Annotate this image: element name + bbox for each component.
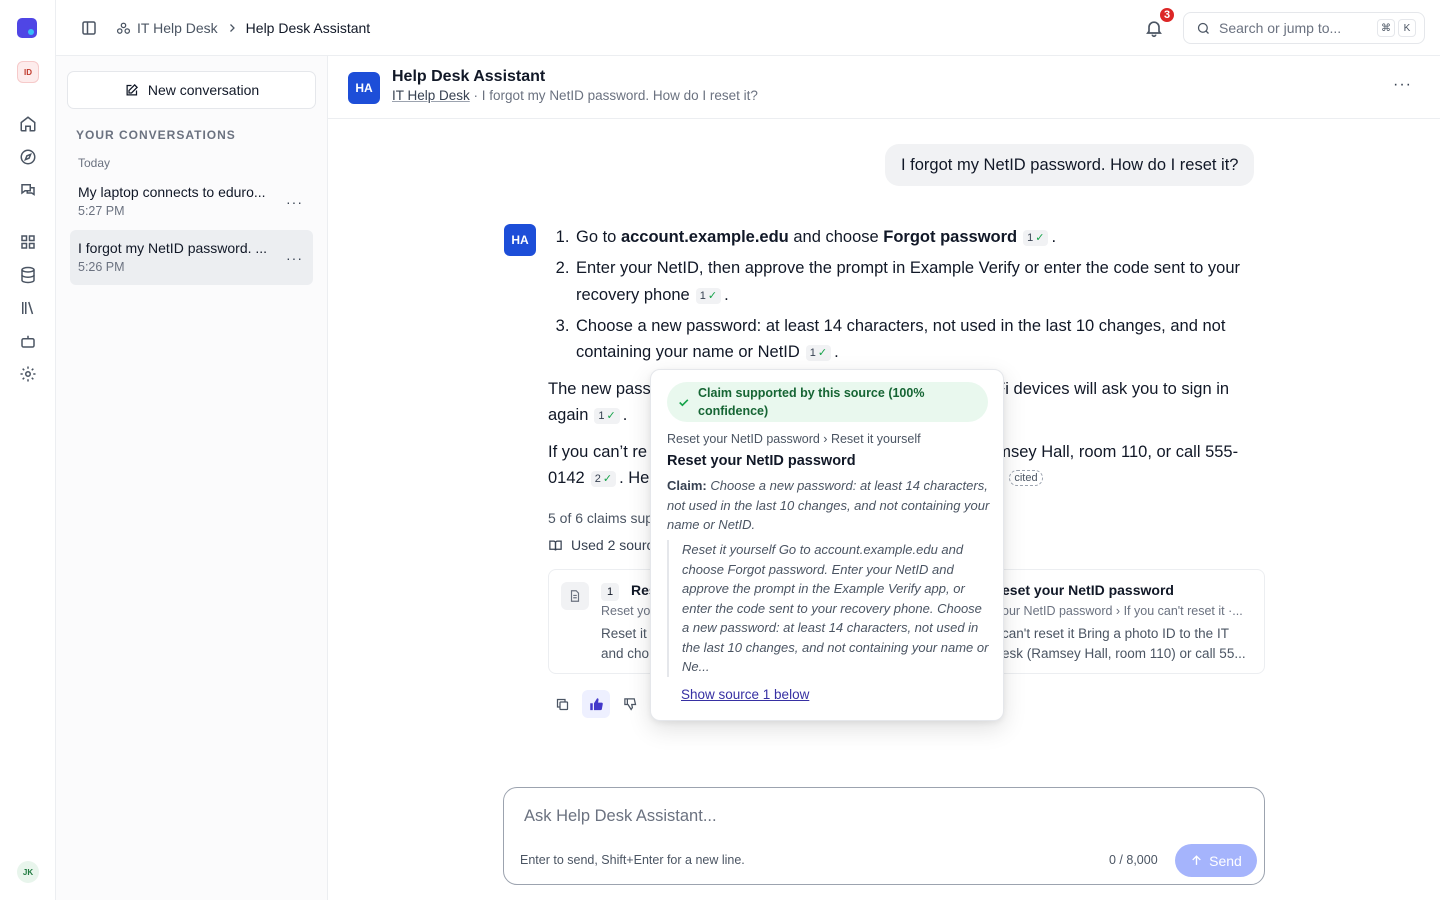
home-icon[interactable] <box>19 115 37 133</box>
conversation-title: My laptop connects to eduro... <box>78 184 266 200</box>
citation-chip[interactable]: 1 ✓ <box>695 287 722 304</box>
workspace-avatar[interactable]: ID <box>17 61 39 83</box>
conversation-time: 5:26 PM <box>78 260 125 274</box>
citation-chip[interactable]: 1 ✓ <box>594 408 620 424</box>
app-rail: ID JK <box>0 0 56 900</box>
source-path: Reset your NetID password › Reset it you… <box>667 432 921 446</box>
section-heading: YOUR CONVERSATIONS <box>76 128 236 142</box>
user-avatar[interactable]: JK <box>17 861 39 883</box>
copy-icon[interactable] <box>548 690 576 718</box>
show-source-link[interactable]: Show source 1 below <box>681 687 809 702</box>
source-title: eset your NetID password <box>1002 582 1174 598</box>
conversation-time: 5:27 PM <box>78 204 125 218</box>
shortcut-k: K <box>1398 19 1416 37</box>
more-icon[interactable]: ··· <box>1393 76 1412 94</box>
new-conversation-button[interactable]: New conversation <box>67 71 316 109</box>
database-icon[interactable] <box>19 266 37 284</box>
check-icon: ✓ <box>602 473 613 485</box>
source-excerpt: can't reset it Bring a photo ID to the I… <box>1002 626 1246 661</box>
book-icon <box>548 538 563 553</box>
new-conversation-label: New conversation <box>147 82 260 98</box>
source-quote: Reset it yourself Go to account.example.… <box>667 540 991 677</box>
app-logo[interactable] <box>17 18 37 38</box>
search-placeholder: Search or jump to... <box>1219 20 1342 36</box>
more-icon[interactable]: ··· <box>286 194 303 210</box>
top-bar: IT Help Desk Help Desk Assistant 3 Searc… <box>56 0 1440 56</box>
more-icon[interactable]: ··· <box>286 250 303 266</box>
compass-icon[interactable] <box>19 148 37 166</box>
claim-text: Claim: Choose a new password: at least 1… <box>667 478 990 532</box>
workspace-icon <box>116 21 131 36</box>
thumbs-up-icon[interactable] <box>582 690 610 718</box>
used-sources-toggle[interactable]: Used 2 sourc <box>548 537 653 553</box>
used-sources-label: Used 2 sourc <box>571 537 654 553</box>
uncited-chip[interactable]: cited <box>1009 470 1043 486</box>
breadcrumb-current: Help Desk Assistant <box>245 20 371 36</box>
send-label: Send <box>1209 852 1242 869</box>
assistant-avatar: HA <box>348 72 380 104</box>
conversation-item[interactable]: My laptop connects to eduro... 5:27 PM ·… <box>70 174 313 229</box>
answer-step: Go to account.example.edu and choose For… <box>574 224 1268 251</box>
thumbs-down-icon[interactable] <box>616 690 644 718</box>
support-status: Claim supported by this source (100% con… <box>667 382 988 422</box>
check-icon: ✓ <box>707 289 718 302</box>
chat-subtitle: IT Help Desk · I forgot my NetID passwor… <box>392 88 758 103</box>
library-icon[interactable] <box>19 299 37 317</box>
source-path: our NetID password › If you can't reset … <box>1002 604 1243 618</box>
grid-icon[interactable] <box>19 233 37 251</box>
chat-icon[interactable] <box>19 181 37 199</box>
message-actions <box>548 690 644 718</box>
send-button[interactable]: Send <box>1175 844 1257 877</box>
answer-step: Enter your NetID, then approve the promp… <box>574 255 1268 308</box>
conversation-subject: · I forgot my NetID password. How do I r… <box>473 88 758 103</box>
source-title: Reset your NetID password <box>667 453 856 469</box>
check-icon <box>677 396 690 409</box>
sidebar-toggle-icon[interactable] <box>80 19 98 37</box>
gear-icon[interactable] <box>19 365 37 383</box>
conversation-sidebar: New conversation YOUR CONVERSATIONS Toda… <box>56 56 328 900</box>
check-icon: ✓ <box>1035 232 1045 244</box>
assistant-avatar: HA <box>504 224 536 256</box>
character-count: 0 / 8,000 <box>1109 853 1158 867</box>
notification-badge: 3 <box>1158 6 1176 24</box>
check-icon: ✓ <box>817 347 828 359</box>
workspace-link[interactable]: IT Help Desk <box>392 88 470 103</box>
claims-summary: 5 of 6 claims sup <box>548 510 654 526</box>
citation-chip[interactable]: 1 ✓ <box>805 345 832 361</box>
citation-chip[interactable]: 1 ✓ <box>1023 230 1049 246</box>
chat-header: HA Help Desk Assistant IT Help Desk · I … <box>328 56 1440 119</box>
composer-hint: Enter to send, Shift+Enter for a new lin… <box>520 853 745 867</box>
source-path: Reset yo <box>601 604 651 618</box>
conversation-item-active[interactable]: I forgot my NetID password. ... 5:26 PM … <box>70 230 313 285</box>
shortcut-cmd: ⌘ <box>1377 19 1395 37</box>
message-input[interactable]: Ask Help Desk Assistant... <box>524 807 717 826</box>
search-icon <box>1196 21 1211 36</box>
document-icon <box>561 582 589 610</box>
citation-chip[interactable]: 2 ✓ <box>590 471 617 487</box>
message-composer[interactable]: Ask Help Desk Assistant... Enter to send… <box>503 787 1265 885</box>
conversation-title: I forgot my NetID password. ... <box>78 240 268 256</box>
edit-icon <box>124 83 139 98</box>
search-input[interactable]: Search or jump to... ⌘ K <box>1183 12 1425 44</box>
chevron-right-icon <box>226 22 238 34</box>
group-heading: Today <box>78 156 111 170</box>
check-icon: ✓ <box>606 410 616 422</box>
answer-step: Choose a new password: at least 14 chara… <box>574 313 1268 366</box>
source-number: 1 <box>601 583 619 601</box>
bot-icon[interactable] <box>19 332 37 350</box>
user-message: I forgot my NetID password. How do I res… <box>885 144 1255 186</box>
citation-popover: Claim supported by this source (100% con… <box>650 369 1004 721</box>
breadcrumb: IT Help Desk Help Desk Assistant <box>116 18 370 38</box>
breadcrumb-workspace[interactable]: IT Help Desk <box>137 18 218 38</box>
assistant-name: Help Desk Assistant <box>392 68 546 85</box>
arrow-up-icon <box>1190 854 1203 867</box>
